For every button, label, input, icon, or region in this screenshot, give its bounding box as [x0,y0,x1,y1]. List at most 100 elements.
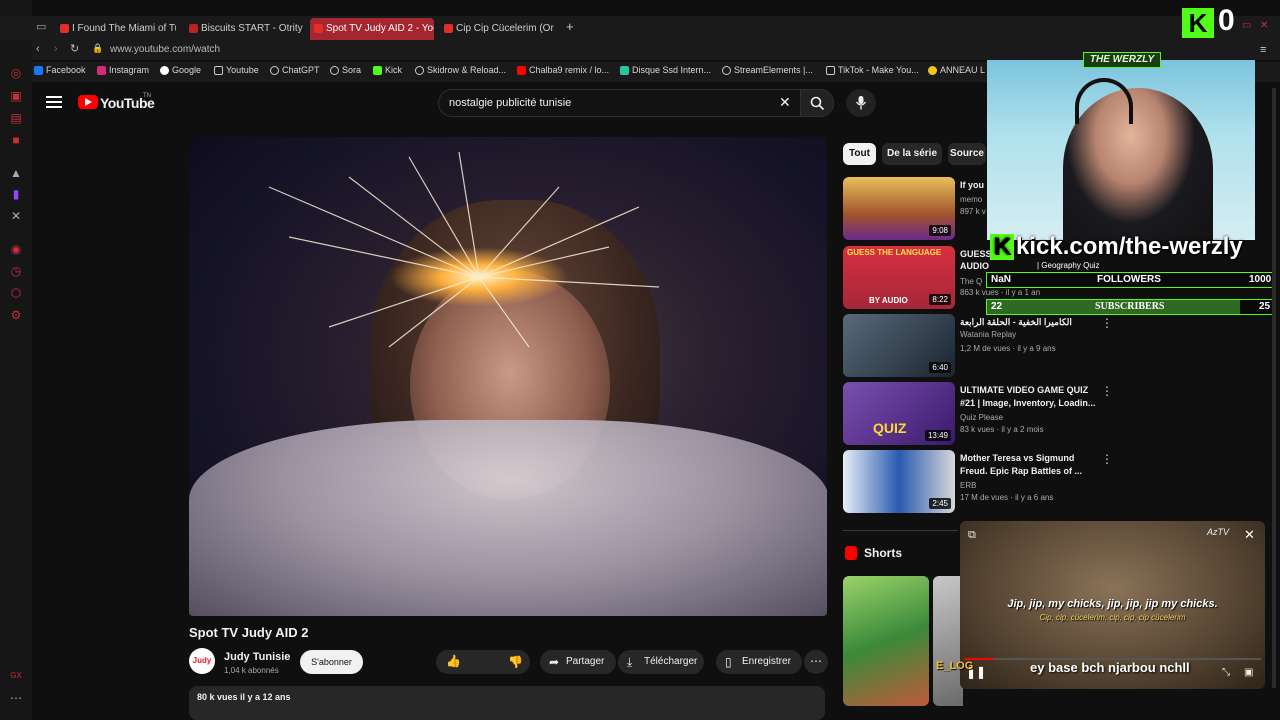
bookmark-skidrow[interactable]: Skidrow & Reload... [415,65,506,75]
bookmark-youtube[interactable]: Youtube [214,65,259,75]
workspace-icon[interactable]: ▭ [36,20,46,33]
tab-4[interactable]: Cip Cip Cücelerim (Or [440,18,560,40]
youtube-logo-icon[interactable] [78,95,98,109]
channel-name[interactable]: Judy Tunisie [224,651,290,663]
bookmark-instagram[interactable]: Instagram [97,65,149,75]
more-options-icon[interactable]: ⋮ [1101,384,1113,398]
chip-series[interactable]: De la série [882,143,942,165]
scrollbar[interactable] [1272,88,1276,688]
bookmark-icon [928,66,937,75]
more-options-icon[interactable]: ⋮ [1101,316,1113,330]
recommendation-item[interactable]: 2:45 Mother Teresa vs Sigmund Freud. Epi… [843,450,1113,514]
store-icon [620,66,629,75]
skidrow-icon [415,66,424,75]
share-button[interactable]: ➦ Partager [540,650,616,674]
download-button[interactable]: ⤓ Télécharger [618,650,704,674]
bookmark-chalba9[interactable]: Chalba9 remix / lo... [517,65,609,75]
video-thumbnail[interactable]: 2:45 [843,450,955,513]
twitch-icon[interactable]: ▮ [8,186,24,202]
url-field[interactable]: www.youtube.com/watch [110,44,220,55]
channel-avatar[interactable]: Judy [189,648,215,674]
chat-message: ey base bch njarbou nchll [1030,660,1190,675]
close-miniplayer-icon[interactable]: ✕ [1244,527,1255,543]
settings-icon[interactable]: ⚙ [8,307,24,323]
bookmark-sora[interactable]: Sora [330,65,361,75]
player-icon[interactable]: ◉ [8,241,24,257]
back-icon[interactable]: ‹ [36,43,40,55]
video-thumbnail[interactable]: 6:40 [843,314,955,377]
tab-2[interactable]: Biscuits START - Otrity [185,18,305,40]
chip-source[interactable]: Source [948,143,986,165]
more-icon[interactable]: ⋯ [8,690,24,706]
page-icon [214,66,223,75]
aria-icon[interactable]: ◎ [8,65,24,81]
tab-3-active[interactable]: Spot TV Judy AID 2 - You [310,18,434,40]
kick-logo-icon: K [990,234,1014,260]
bookmark-disque[interactable]: Disque Ssd Intern... [620,65,711,75]
bookmark-chatgpt[interactable]: ChatGPT [270,65,320,75]
webcam-overlay [987,60,1255,240]
extensions-icon[interactable]: ⬡ [8,285,24,301]
more-actions-icon[interactable]: ⋯ [804,650,828,674]
miniplayer-subtitle-english: Jip, jip, my chicks, jip, jip, jip my ch… [1007,598,1218,610]
bookmark-tiktok[interactable]: TikTok - Make You... [826,65,919,75]
recommendation-item[interactable]: 6:40 الكاميرا الخفية - الحلقة الرابعة Wa… [843,314,1113,378]
video-player[interactable] [189,137,827,616]
youtube-tab-icon [60,24,69,33]
short-thumbnail[interactable] [843,576,929,706]
recommendation-item[interactable]: QUIZ 13:49 ULTIMATE VIDEO GAME QUIZ #21 … [843,382,1113,446]
hamburger-menu-icon[interactable] [46,96,62,108]
like-dislike-button[interactable]: 👍 👎 [436,650,530,674]
bookmark-streamelements[interactable]: StreamElements |... [722,65,813,75]
expand-icon[interactable]: ⧉ [968,529,976,542]
x-icon[interactable]: ✕ [8,208,24,224]
fullscreen-icon[interactable]: ▣ [1244,667,1253,678]
thumbs-up-icon[interactable]: 👍 [446,654,461,668]
miniplayer-subtitle-turkish: Cip, cip, cücelerim, cip, cip, cip cücel… [1039,613,1186,622]
reload-icon[interactable]: ↻ [70,42,79,55]
short-thumbnail[interactable] [933,576,963,706]
streamer-name-banner: THE WERZLY [1083,52,1161,68]
video-thumbnail[interactable]: QUIZ 13:49 [843,382,955,445]
google-icon [160,66,169,75]
region-code: TN [143,93,151,99]
facebook-icon [34,66,43,75]
minimize-icon[interactable]: ▭ [1242,20,1251,31]
menu-icon[interactable]: ≡ [1260,44,1266,56]
tab-1[interactable]: I Found The Miami of Tun [56,18,176,40]
arrow-up-icon[interactable]: ▲ [8,165,24,181]
new-tab-button[interactable]: + [566,19,574,34]
history-icon[interactable]: ◷ [8,263,24,279]
video-thumbnail[interactable]: GUESS THE LANGUAGE BY AUDIO 8:22 [843,246,955,309]
forward-icon[interactable]: › [54,43,58,55]
bag-icon[interactable]: ▣ [8,88,24,104]
instagram-icon [97,66,106,75]
thumbs-down-icon[interactable]: 👎 [508,655,523,669]
bookmark-facebook[interactable]: Facebook [34,65,86,75]
kick-viewer-count: 0 [1218,4,1235,37]
bookmark-kick[interactable]: Kick [373,65,402,75]
subscribe-button[interactable]: S'abonner [300,650,363,674]
resize-icon[interactable]: ⤡ [1222,667,1230,678]
shorts-icon [845,546,857,560]
video-thumbnail[interactable]: 9:08 [843,177,955,240]
voice-search-button[interactable] [846,89,876,117]
search-button[interactable] [800,89,834,117]
chip-all[interactable]: Tout [843,143,876,165]
chatgpt-icon [270,66,279,75]
vk-icon[interactable]: ■ [8,132,24,148]
bookmark-anneau[interactable]: ANNEAU L [928,65,985,75]
pinboard-icon[interactable]: ▤ [8,110,24,126]
video-title: Spot TV Judy AID 2 [189,625,309,640]
gx-icon[interactable]: GX [8,668,24,684]
search-icon [810,96,825,111]
more-options-icon[interactable]: ⋮ [1101,452,1113,466]
bookmark-google[interactable]: Google [160,65,201,75]
channel-badge: AzTV [1207,527,1230,537]
clear-search-icon[interactable]: ✕ [779,94,791,111]
streamelements-icon [722,66,731,75]
save-button[interactable]: ▯ Enregistrer [716,650,802,674]
microphone-icon [855,96,867,110]
search-input[interactable]: nostalgie publicité tunisie ✕ [438,89,800,117]
close-window-icon[interactable]: ✕ [1260,20,1268,31]
